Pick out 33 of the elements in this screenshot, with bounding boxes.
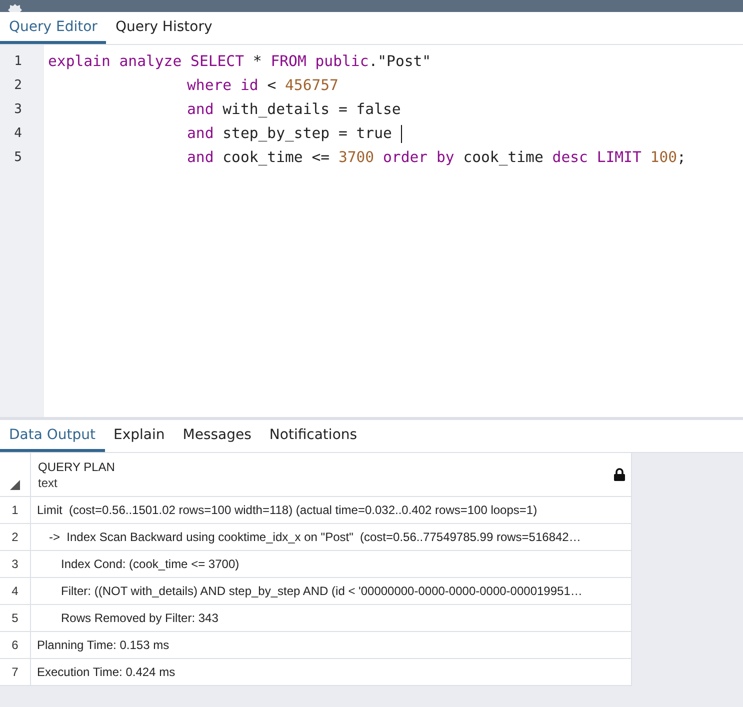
sort-triangle-icon: [10, 480, 20, 490]
editor-tab[interactable]: Query History: [106, 12, 222, 44]
code-line: where id < 456757: [186, 76, 340, 96]
table-cell: Rows Removed by Filter: 343: [31, 605, 632, 632]
line-number: 4: [13, 125, 23, 143]
line-number: 2: [13, 77, 23, 95]
column-name: QUERY PLAN: [38, 460, 115, 474]
table-cell: Filter: ((NOT with_details) AND step_by_step AND (id < '00000000-0000-0000-0000-000019951…: [31, 578, 632, 605]
row-number: 4: [0, 578, 31, 605]
row-number: 2: [0, 524, 31, 551]
code-line: and with_details = false: [186, 100, 402, 120]
row-number: 5: [0, 605, 31, 632]
lock-icon: [614, 468, 625, 481]
column-type: text: [38, 476, 58, 490]
row-number: 7: [0, 659, 31, 686]
output-tab[interactable]: Messages: [174, 420, 260, 452]
column-header[interactable]: QUERY PLAN text: [31, 453, 632, 497]
table-cell: Planning Time: 0.153 ms: [31, 632, 632, 659]
output-tab[interactable]: Notifications: [260, 420, 366, 452]
line-number: 3: [13, 101, 23, 119]
row-number: 6: [0, 632, 31, 659]
row-number: 1: [0, 497, 31, 524]
line-number: 5: [13, 149, 23, 167]
table-cell: -> Index Scan Backward using cooktime_idx_x on "Post" (cost=0.56..77549785.99 rows=516842…: [31, 524, 632, 551]
table-cell: Index Cond: (cook_time <= 3700): [31, 551, 632, 578]
line-number: 1: [13, 53, 23, 71]
row-number: 3: [0, 551, 31, 578]
output-tab[interactable]: Explain: [104, 420, 174, 452]
table-cell: Limit (cost=0.56..1501.02 rows=100 width=118) (actual time=0.032..0.402 rows=100 loops=1): [31, 497, 632, 524]
code-line: and step_by_step = true: [48, 122, 743, 146]
code-line: and cook_time <= 3700 order by cook_time desc LIMIT 100;: [186, 148, 687, 168]
table-cell: Execution Time: 0.424 ms: [31, 659, 632, 686]
code-line: explain analyze SELECT * FROM public."Post": [48, 52, 432, 72]
